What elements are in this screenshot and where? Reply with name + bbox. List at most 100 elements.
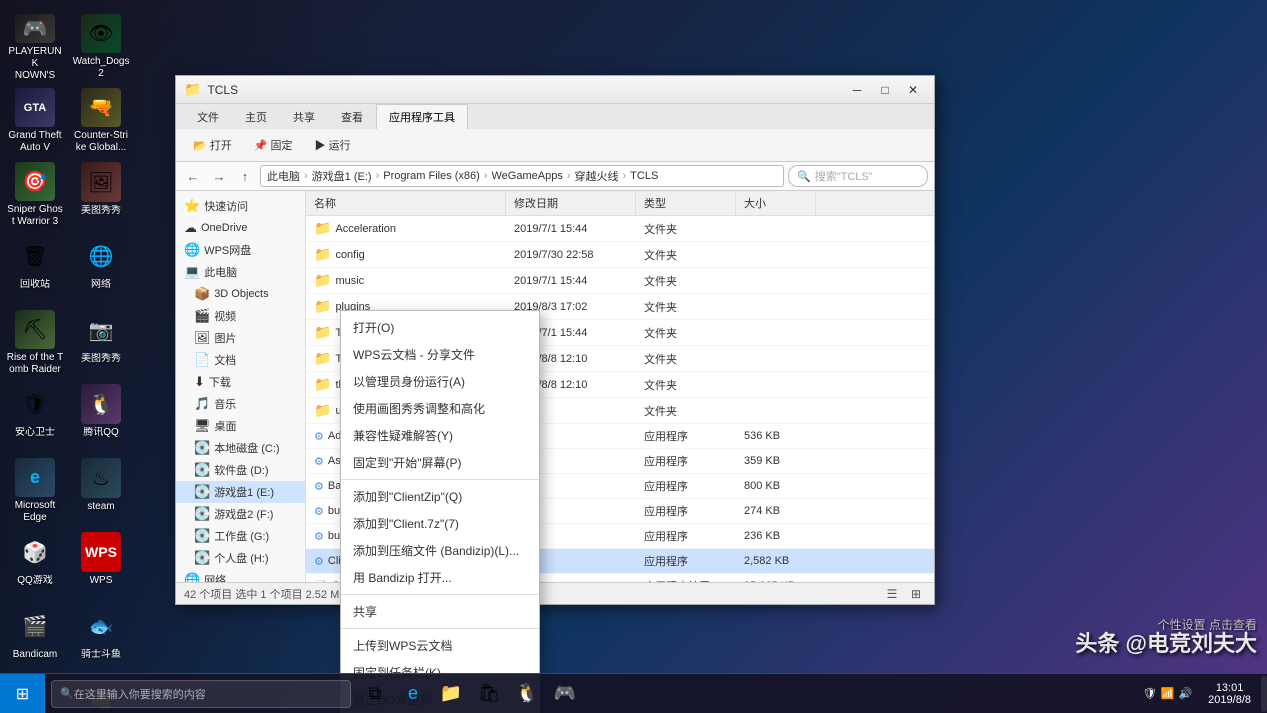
view-details-btn[interactable]: ☰	[882, 585, 902, 603]
desktop-icon-steam[interactable]: ♨ steam	[71, 454, 131, 524]
tray-network-icon[interactable]: 📶	[1161, 687, 1175, 700]
ctx-sep-2	[341, 594, 539, 595]
taskbar-taskview[interactable]: ⧉	[357, 676, 393, 712]
desktop-icon-meiritu[interactable]: 🖼 美图秀秀	[71, 158, 131, 228]
show-desktop-btn[interactable]	[1261, 676, 1267, 712]
tab-home[interactable]: 主页	[232, 104, 280, 129]
sidebar-download[interactable]: ⬇ 下载	[176, 371, 305, 393]
maximize-button[interactable]: □	[872, 80, 898, 100]
ctx-compat[interactable]: 兼容性疑难解答(Y)	[341, 422, 539, 449]
taskbar-qq[interactable]: 🐧	[509, 676, 545, 712]
desktop-icon-qq[interactable]: 🐧 腾讯QQ	[71, 380, 131, 450]
sidebar-wpsdisk[interactable]: 🌐 WPS网盘	[176, 239, 305, 261]
start-button[interactable]: ⊞	[0, 674, 45, 713]
sidebar-fdrive[interactable]: 💽 游戏盘2 (F:)	[176, 503, 305, 525]
taskbar: ⊞ 🔍 在这里输入你要搜索的内容 ⧉ e 📁 🛍 🐧 🎮 🛡 📶 🔊 13:01…	[0, 673, 1267, 713]
run-btn[interactable]: ▶ 运行	[306, 133, 360, 157]
desktop-icon-tomb[interactable]: ⛏ Rise of the Tomb Raider	[5, 306, 65, 376]
sidebar-doc[interactable]: 📄 文档	[176, 349, 305, 371]
ctx-paint[interactable]: 使用画图秀秀调整和高化	[341, 395, 539, 422]
sidebar-cdrive[interactable]: 💽 本地磁盘 (C:)	[176, 437, 305, 459]
sidebar-onedrive[interactable]: ☁ OneDrive	[176, 217, 305, 239]
col-header-type[interactable]: 类型	[636, 191, 736, 215]
qq-icon: 🐧	[81, 384, 121, 424]
desktop-icon-watchdogs[interactable]: 👁 Watch_Dogs2	[71, 10, 131, 80]
tray-volume-icon[interactable]: 🔊	[1178, 687, 1192, 700]
sidebar-desktop[interactable]: 🖥 桌面	[176, 415, 305, 437]
ctx-share[interactable]: 共享	[341, 598, 539, 625]
up-button[interactable]: ↑	[234, 165, 256, 187]
wps-icon: WPS	[81, 532, 121, 572]
file-row[interactable]: 📁config 2019/7/30 22:58 文件夹	[306, 242, 934, 268]
taskbar-clock[interactable]: 13:01 2019/8/8	[1200, 682, 1259, 706]
desktop-icon-pubg[interactable]: 🎮 PLAYERUNKNOWN'S B...	[5, 10, 65, 80]
forward-button[interactable]: →	[208, 165, 230, 187]
sidebar-3dobjects[interactable]: 📦 3D Objects	[176, 283, 305, 305]
explorer-body: ⭐ 快速访问 ☁ OneDrive 🌐 WPS网盘 💻 此电脑 📦 3	[176, 191, 934, 582]
col-header-date[interactable]: 修改日期	[506, 191, 636, 215]
close-button[interactable]: ✕	[900, 80, 926, 100]
desktop-icon-csgo[interactable]: 🔫 Counter-Strike Global...	[71, 84, 131, 154]
icon-row-2: GTA Grand TheftAuto V 🔫 Counter-Strike G…	[5, 84, 131, 154]
file-row[interactable]: 📁music 2019/7/1 15:44 文件夹	[306, 268, 934, 294]
sidebar-picture[interactable]: 🖼 图片	[176, 327, 305, 349]
minimize-button[interactable]: ─	[844, 80, 870, 100]
open-btn[interactable]: 📂 打开	[184, 133, 241, 157]
desktop-icon-recycle[interactable]: 🗑 回收站	[5, 232, 65, 302]
desktop-icon-gta[interactable]: GTA Grand TheftAuto V	[5, 84, 65, 154]
qq-label: 腾讯QQ	[83, 427, 119, 439]
desktop-icon-network[interactable]: 🌐 网络	[71, 232, 131, 302]
tab-file[interactable]: 文件	[184, 104, 232, 129]
taskbar-store[interactable]: 🛍	[471, 676, 507, 712]
taskbar-search[interactable]: 🔍 在这里输入你要搜索的内容	[51, 680, 351, 708]
taskbar-explorer[interactable]: 📁	[433, 676, 469, 712]
taskbar-edge[interactable]: e	[395, 676, 431, 712]
sidebar-video[interactable]: 🎬 视频	[176, 305, 305, 327]
desktop-icon-sgw[interactable]: 🎯 Sniper Ghost Warrior 3	[5, 158, 65, 228]
exe-icon: ⚙	[314, 555, 324, 568]
tab-view[interactable]: 查看	[328, 104, 376, 129]
folder-title-icon: 📁	[184, 81, 201, 98]
desktop-icon-bandicam[interactable]: 🎬 Bandicam	[5, 602, 65, 672]
sidebar-hdrive[interactable]: 💽 个人盘 (H:)	[176, 547, 305, 569]
col-header-size[interactable]: 大小	[736, 191, 816, 215]
ctx-zip2[interactable]: 添加到"Client.7z"(7)	[341, 510, 539, 537]
ctx-bandizip[interactable]: 用 Bandizip 打开...	[341, 564, 539, 591]
tab-tools[interactable]: 应用程序工具	[376, 104, 468, 129]
back-button[interactable]: ←	[182, 165, 204, 187]
sidebar-network-item[interactable]: 🌐 网络	[176, 569, 305, 582]
bandicam-icon: 🎬	[15, 606, 55, 646]
ctx-wps-share[interactable]: WPS云文档 - 分享文件	[341, 341, 539, 368]
sidebar-music[interactable]: 🎵 音乐	[176, 393, 305, 415]
tab-share[interactable]: 共享	[280, 104, 328, 129]
desktop-icon-edge[interactable]: e Microsoft Edge	[5, 454, 65, 524]
ctx-pin-start[interactable]: 固定到"开始"屏幕(P)	[341, 449, 539, 476]
taskbar-game[interactable]: 🎮	[547, 676, 583, 712]
ctx-zip1[interactable]: 添加到"ClientZip"(Q)	[341, 483, 539, 510]
desktop-icon-qishi[interactable]: 🐟 骑士斗鱼	[71, 602, 131, 672]
desktop-icon-meiritu2[interactable]: 📷 美图秀秀	[71, 306, 131, 376]
pin-btn[interactable]: 📌 固定	[245, 133, 302, 157]
tray-antivirus[interactable]: 🛡	[1143, 687, 1157, 700]
search-bar[interactable]: 🔍 搜索"TCLS"	[788, 165, 928, 187]
ctx-zip3[interactable]: 添加到压缩文件 (Bandizip)(L)...	[341, 537, 539, 564]
sidebar-quick-access[interactable]: ⭐ 快速访问	[176, 195, 305, 217]
desktop-icon-qqgame[interactable]: 🎲 QQ游戏	[5, 528, 65, 598]
ctx-run-admin[interactable]: 以管理员身份运行(A)	[341, 368, 539, 395]
watchdogs-label: Watch_Dogs2	[73, 56, 130, 80]
address-path[interactable]: 此电脑 › 游戏盘1 (E:) › Program Files (x86) › …	[260, 165, 784, 187]
ctx-upload-wps[interactable]: 上传到WPS云文档	[341, 632, 539, 659]
ctx-open[interactable]: 打开(O)	[341, 314, 539, 341]
desktop-icon-wps[interactable]: WPS WPS	[71, 528, 131, 598]
sidebar-edrive[interactable]: 💽 游戏盘1 (E:)	[176, 481, 305, 503]
view-grid-btn[interactable]: ⊞	[906, 585, 926, 603]
col-header-name[interactable]: 名称	[306, 191, 506, 215]
path-wegameapps: WeGameApps	[492, 170, 563, 182]
desktop-icon-anxin[interactable]: 🛡 安心卫士	[5, 380, 65, 450]
file-row[interactable]: 📁Acceleration 2019/7/1 15:44 文件夹	[306, 216, 934, 242]
edge-label: Microsoft Edge	[6, 500, 64, 524]
taskbar-tray: 🛡 📶 🔊	[1135, 687, 1200, 700]
sidebar-ddrive[interactable]: 💽 软件盘 (D:)	[176, 459, 305, 481]
sidebar-thispc[interactable]: 💻 此电脑	[176, 261, 305, 283]
sidebar-gdrive[interactable]: 💽 工作盘 (G:)	[176, 525, 305, 547]
